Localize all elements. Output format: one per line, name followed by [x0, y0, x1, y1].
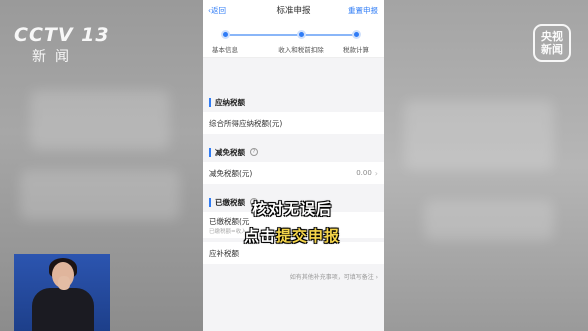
phone-screen: ‹返回 标准申报 重置申报 基本信息 收入和税前扣除 税款计算 应纳税额 综合所…	[203, 0, 384, 331]
channel-logo-text: CCTV 13	[14, 24, 110, 46]
subtitle-highlight: 提交申报	[276, 227, 341, 245]
subtitle-prefix: 点击	[244, 227, 277, 245]
remarks-link[interactable]: 如有其他补充事项，可填写备注 ›	[203, 264, 384, 281]
payable-tax-row: 综合所得应纳税额(元)	[203, 112, 384, 134]
section-reduction-title: 减免税额	[215, 147, 245, 157]
nav-bar: ‹返回 标准申报 重置申报	[203, 0, 384, 20]
section-reduction-head: 减免税额 ?	[203, 142, 384, 162]
refund-tax-label: 应补税额	[209, 248, 239, 258]
chevron-right-icon: ›	[374, 168, 378, 178]
reduction-tax-row[interactable]: 减免税额(元) 0.00 ›	[203, 162, 384, 184]
reduction-tax-value: 0.00	[356, 169, 372, 177]
section-accent-bar	[209, 147, 211, 157]
reduction-tax-label: 减免税额(元)	[209, 168, 253, 178]
subtitle-line-2: 点击提交申报	[244, 225, 340, 246]
section-accent-bar	[209, 197, 211, 207]
paid-tax-formula-note: 已缴税额=收入	[209, 229, 247, 235]
step-dot-2	[297, 30, 306, 39]
step-label-2: 收入和税前扣除	[278, 46, 324, 54]
step-label-1: 基本信息	[212, 46, 238, 54]
step-label-3: 税款计算	[343, 46, 369, 54]
badge-line-1: 央视	[541, 30, 563, 43]
step-dot-3	[352, 30, 361, 39]
cctv-news-badge: 央视 新闻	[533, 24, 571, 62]
help-icon[interactable]: ?	[250, 148, 258, 156]
progress-steps: 基本信息 收入和税前扣除 税款计算	[203, 20, 384, 58]
section-accent-bar	[209, 97, 211, 107]
step-connector-2	[301, 34, 356, 36]
channel-sub-text: 新闻	[32, 49, 78, 65]
step-dot-1	[221, 30, 230, 39]
section-paid-title: 已缴税额	[215, 197, 245, 207]
sign-language-interpreter-inset	[14, 254, 110, 331]
section-payable-title: 应纳税额	[215, 97, 245, 107]
subtitle-line-1: 核对无误后	[252, 200, 333, 218]
interpreter-hand	[58, 276, 70, 290]
payable-tax-label: 综合所得应纳税额(元)	[209, 118, 283, 128]
section-payable-head: 应纳税额	[203, 92, 384, 112]
cctv-channel-logo: CCTV 13 新闻	[14, 24, 110, 66]
reset-declaration-button[interactable]: 重置申报	[348, 5, 378, 16]
badge-line-2: 新闻	[541, 43, 563, 56]
step-connector-1	[225, 34, 301, 36]
interpreter-body	[32, 288, 94, 331]
